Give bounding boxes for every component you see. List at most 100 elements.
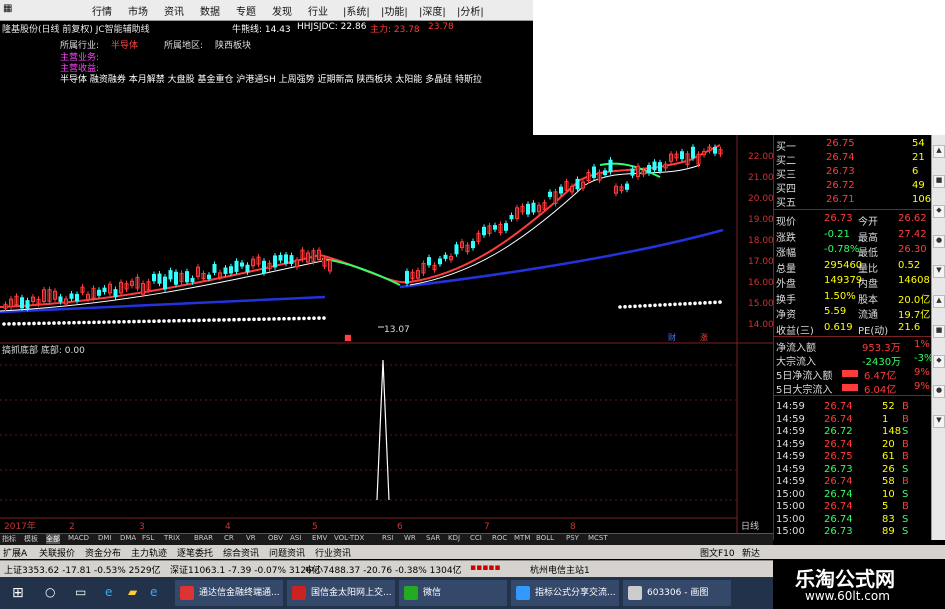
toolbar-button[interactable]: ● bbox=[933, 235, 945, 248]
tick-direction: S bbox=[902, 526, 909, 537]
indicator-tab[interactable]: SAR bbox=[426, 534, 440, 542]
taskbar-app[interactable]: 603306 - 画图 bbox=[623, 580, 731, 606]
new-button[interactable]: 新达 bbox=[742, 546, 760, 559]
tick-price: 26.73 bbox=[824, 526, 853, 537]
menu-hangqing[interactable]: 行情 bbox=[92, 3, 112, 18]
support-dot bbox=[713, 300, 717, 305]
index-shenzhen[interactable]: 深证11063.1 -7.39 -0.07% 3126亿 bbox=[170, 563, 321, 576]
watermark-title: 乐淘公式网 bbox=[795, 567, 895, 591]
index-shanghai[interactable]: 上证3353.62 -17.81 -0.53% 2529亿 bbox=[4, 563, 161, 576]
bid-price: 26.72 bbox=[826, 180, 855, 191]
indicator-tab[interactable]: ASI bbox=[290, 534, 301, 542]
menu-depth[interactable]: |深度| bbox=[419, 3, 446, 18]
region-value[interactable]: 陕西板块 bbox=[215, 38, 251, 51]
edge-icon[interactable]: e bbox=[105, 585, 112, 599]
f10-button[interactable]: 图文F10 bbox=[700, 546, 735, 559]
quote-row: 现价 26.73 今开 26.62 bbox=[774, 213, 932, 228]
quote-row: 净资 5.59 流通 19.7亿 bbox=[774, 306, 932, 321]
toolbar-button[interactable]: ● bbox=[933, 385, 945, 398]
indicator-tab[interactable]: OBV bbox=[268, 534, 283, 542]
indicator-tab[interactable]: EMV bbox=[312, 534, 327, 542]
stat-label: 涨幅 bbox=[776, 248, 796, 259]
ie-icon[interactable]: e bbox=[150, 585, 157, 599]
toolbar-button[interactable]: ▲ bbox=[933, 295, 945, 308]
indicator-tab[interactable]: BOLL bbox=[536, 534, 554, 542]
menu-zhuanti[interactable]: 专题 bbox=[236, 3, 256, 18]
x-label-period[interactable]: 日线 bbox=[741, 520, 759, 532]
menu-function[interactable]: |功能| bbox=[381, 3, 408, 18]
bottom-tab[interactable]: 综合资讯 bbox=[223, 546, 259, 559]
indicator-tab[interactable]: VR bbox=[246, 534, 256, 542]
concept-tags[interactable]: 半导体 融资融券 本月解禁 大盘股 基金重仓 沪港通SH 上周强势 近期新高 陕… bbox=[60, 72, 482, 85]
bottom-tab[interactable]: 问题资讯 bbox=[269, 546, 305, 559]
menu-analysis[interactable]: |分析| bbox=[457, 3, 484, 18]
taskbar-app[interactable]: 国信金太阳网上交... bbox=[287, 580, 395, 606]
menu-shuju[interactable]: 数据 bbox=[200, 3, 220, 18]
menu-zixun[interactable]: 资讯 bbox=[164, 3, 184, 18]
indicator-tab[interactable]: CCI bbox=[470, 534, 482, 542]
bottom-tab[interactable]: 行业资讯 bbox=[315, 546, 351, 559]
indicator-tab[interactable]: KDJ bbox=[448, 534, 460, 542]
menu-system[interactable]: |系统| bbox=[343, 3, 370, 18]
indicator-tab[interactable]: PSY bbox=[566, 534, 579, 542]
indicator-tab[interactable]: CR bbox=[224, 534, 234, 542]
indicator-tab[interactable]: FSL bbox=[142, 534, 154, 542]
windows-start-icon[interactable]: ⊞ bbox=[12, 585, 24, 601]
taskbar-app[interactable]: 微信 bbox=[399, 580, 507, 606]
indicator-tab[interactable]: RSI bbox=[382, 534, 393, 542]
indicator-tab[interactable]: 指标 bbox=[2, 534, 16, 544]
tick-price: 26.73 bbox=[824, 463, 853, 475]
taskbar-app[interactable]: 指标公式分享交流... bbox=[511, 580, 619, 606]
indicator-tab[interactable]: 全部 bbox=[46, 534, 60, 544]
server-site[interactable]: 杭州电信主站1 bbox=[530, 563, 590, 576]
toolbar-button[interactable]: ◆ bbox=[933, 355, 945, 368]
indicator-tab[interactable]: MCST bbox=[588, 534, 608, 542]
support-dot bbox=[152, 319, 156, 323]
indicator-tab[interactable]: VOL-TDX bbox=[334, 534, 364, 542]
kline-chart[interactable]: 22.00 21.00 20.00 19.00 18.00 17.00 16.0… bbox=[0, 135, 773, 533]
toolbar-button[interactable]: ▼ bbox=[933, 265, 945, 278]
indicator-tab[interactable]: DMI bbox=[98, 534, 112, 542]
bottom-tab-bar: 图文F10 新达 扩展A 关联报价 资金分布 主力轨迹 逐笔委托 综合资讯 问题资讯 行业资讯 bbox=[0, 545, 945, 559]
folder-icon[interactable]: ▰ bbox=[128, 585, 137, 599]
bottom-tab[interactable]: 资金分布 bbox=[85, 546, 121, 559]
support-dot bbox=[718, 300, 722, 304]
menu-icon[interactable]: ▦ bbox=[3, 3, 12, 14]
marker-rise[interactable]: 涨 bbox=[700, 332, 708, 342]
indicator-tab[interactable]: BRAR bbox=[194, 534, 213, 542]
support-dot bbox=[17, 321, 21, 326]
search-icon[interactable]: ○ bbox=[45, 585, 55, 599]
indicator-tab[interactable]: MTM bbox=[514, 534, 530, 542]
toolbar-button[interactable]: ■ bbox=[933, 325, 945, 338]
indicator-tab[interactable]: 模板 bbox=[24, 534, 38, 544]
industry-value[interactable]: 半导体 bbox=[111, 38, 138, 51]
taskbar-app[interactable]: 通达信金融终端通... bbox=[175, 580, 283, 606]
support-dot bbox=[237, 317, 241, 322]
indicator-tab[interactable]: ROC bbox=[492, 534, 507, 542]
stat-label: PE(动) bbox=[858, 325, 889, 337]
menu-hangye[interactable]: 行业 bbox=[308, 3, 328, 18]
toolbar-button[interactable]: ▲ bbox=[933, 145, 945, 158]
quote-row: 15:00 26.74 83 S bbox=[774, 514, 932, 527]
toolbar-button[interactable]: ■ bbox=[933, 175, 945, 188]
bottom-tab[interactable]: 逐笔委托 bbox=[177, 546, 213, 559]
bottom-tab[interactable]: 主力轨迹 bbox=[131, 546, 167, 559]
bottom-tab[interactable]: 扩展A bbox=[3, 546, 27, 559]
flow-value: 6.04亿 bbox=[864, 385, 897, 396]
task-view-icon[interactable]: ▭ bbox=[75, 585, 86, 599]
toolbar-button[interactable]: ▼ bbox=[933, 415, 945, 428]
indicator-tab[interactable]: MACD bbox=[68, 534, 89, 542]
indicator-tab[interactable]: TRIX bbox=[164, 534, 180, 542]
marker-finance[interactable]: 财 bbox=[668, 332, 676, 342]
indicator-tab[interactable]: DMA bbox=[120, 534, 136, 542]
menu-shichang[interactable]: 市场 bbox=[128, 3, 148, 18]
indicator-tab[interactable]: WR bbox=[404, 534, 416, 542]
bottom-tab[interactable]: 关联报价 bbox=[39, 546, 75, 559]
marker-s[interactable]: ■ bbox=[344, 333, 352, 342]
support-dot bbox=[7, 322, 11, 326]
support-dot bbox=[157, 319, 161, 323]
stat-value: 0.619 bbox=[824, 321, 853, 333]
toolbar-button[interactable]: ◆ bbox=[933, 205, 945, 218]
menu-faxian[interactable]: 发现 bbox=[272, 3, 292, 18]
index-sme[interactable]: 中小7488.37 -20.76 -0.38% 1304亿 bbox=[305, 563, 462, 576]
